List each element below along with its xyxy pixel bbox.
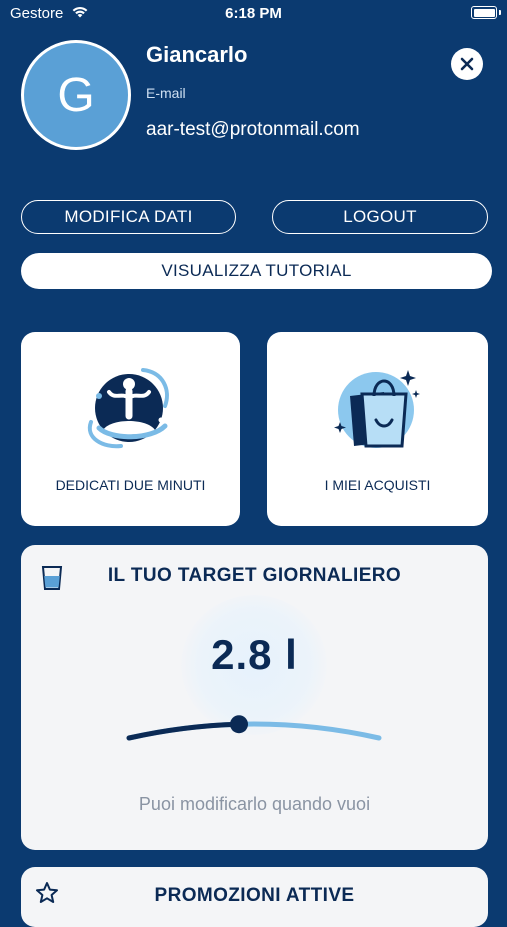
avatar[interactable]: G — [21, 40, 131, 150]
email-value: aar-test@protonmail.com — [146, 119, 360, 140]
tutorial-button[interactable]: VISUALIZZA TUTORIAL — [21, 253, 492, 289]
target-hint: Puoi modificarlo quando vuoi — [138, 794, 371, 814]
logout-button[interactable]: LOGOUT — [272, 200, 488, 234]
battery-tip — [499, 10, 501, 15]
avatar-initial: G — [57, 68, 95, 122]
promotions-title: PROMOZIONI ATTIVE — [154, 885, 355, 906]
meditation-icon — [87, 368, 169, 449]
email-label: E-mail — [146, 85, 186, 101]
edit-data-button[interactable]: MODIFICA DATI — [21, 200, 236, 234]
target-slider[interactable] — [121, 705, 387, 755]
shopping-illustration — [267, 362, 488, 462]
status-bar: Gestore 6:18 PM — [0, 0, 507, 28]
two-minutes-label: DEDICATI DUE MINUTI — [55, 477, 206, 493]
slider-fill — [126, 721, 242, 741]
target-title: IL TUO TARGET GIORNALIERO — [107, 565, 402, 586]
slider-thumb[interactable] — [230, 715, 248, 734]
active-promotions-card[interactable]: PROMOZIONI ATTIVE — [21, 867, 488, 927]
battery-level — [473, 8, 495, 17]
battery-icon — [471, 6, 497, 19]
shopping-bag-icon — [333, 370, 420, 448]
close-button[interactable] — [451, 48, 483, 80]
two-minutes-card[interactable]: DEDICATI DUE MINUTI — [21, 332, 240, 526]
my-purchases-label: I MIEI ACQUISTI — [324, 477, 431, 493]
meditation-illustration — [21, 362, 240, 462]
user-name: Giancarlo — [146, 42, 248, 67]
target-value: 2.8 l — [211, 631, 298, 678]
daily-target-card: IL TUO TARGET GIORNALIERO 2.8 l Puoi mod… — [21, 545, 488, 850]
close-icon — [460, 57, 474, 71]
status-time: 6:18 PM — [225, 5, 282, 22]
my-purchases-card[interactable]: I MIEI ACQUISTI — [267, 332, 488, 526]
